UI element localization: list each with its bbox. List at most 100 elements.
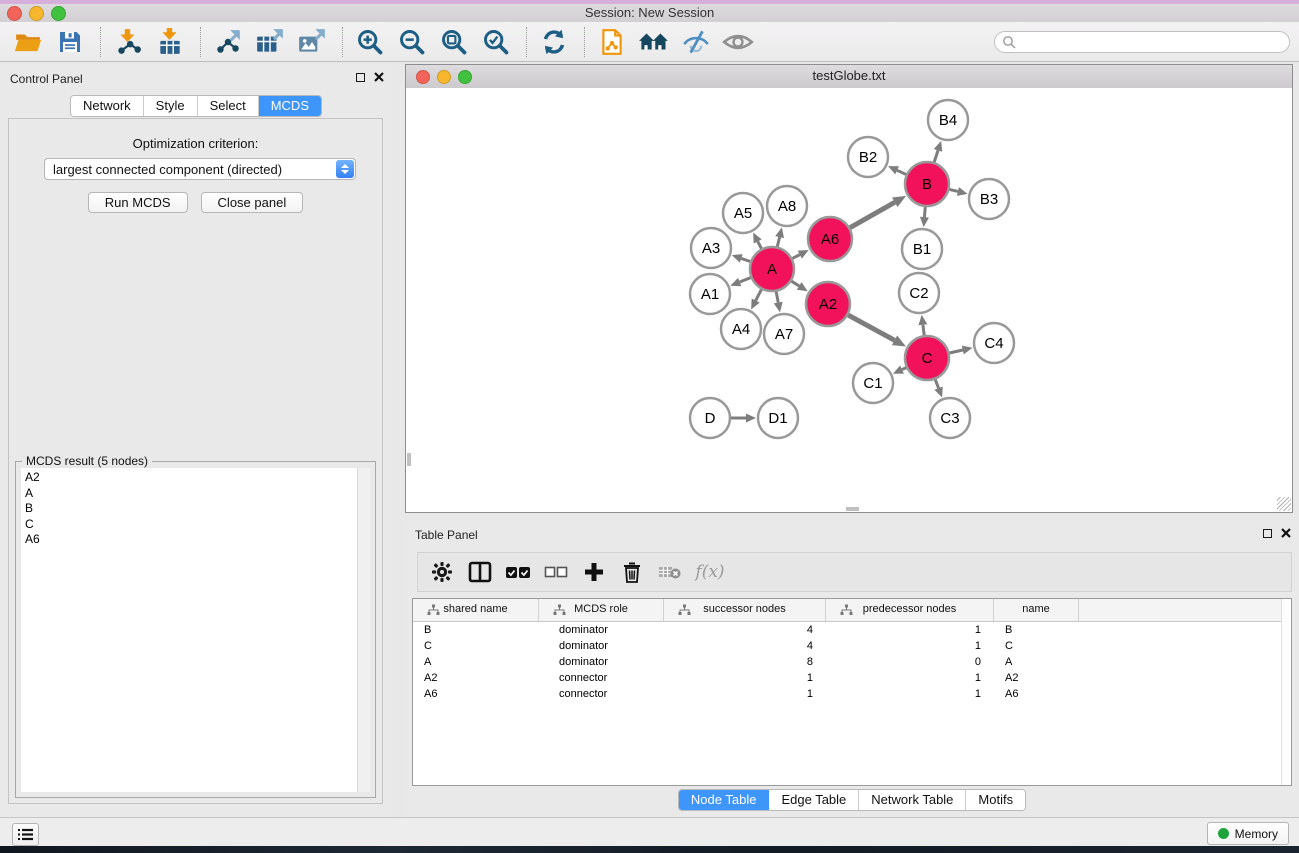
tab-node-table[interactable]: Node Table xyxy=(679,790,770,810)
function-builder-icon[interactable]: f(x) xyxy=(697,559,723,585)
graph-edge[interactable] xyxy=(897,170,906,174)
graph-edge[interactable] xyxy=(934,150,938,162)
zoom-out-icon[interactable] xyxy=(396,26,428,58)
criterion-select[interactable]: largest connected component (directed) xyxy=(44,158,356,180)
import-network-icon[interactable] xyxy=(112,26,144,58)
close-window-button[interactable] xyxy=(7,6,22,21)
graph-edge[interactable] xyxy=(777,237,779,246)
graph-edge[interactable] xyxy=(776,292,778,303)
close-panel-icon[interactable] xyxy=(374,72,384,82)
task-history-button[interactable] xyxy=(12,823,39,846)
export-network-icon[interactable] xyxy=(212,26,244,58)
open-file-icon[interactable] xyxy=(12,26,44,58)
cell-successor-nodes[interactable]: 4 xyxy=(664,622,826,638)
float-table-panel-icon[interactable] xyxy=(1263,529,1272,538)
cell-predecessor-nodes[interactable]: 1 xyxy=(826,686,994,702)
add-row-icon[interactable] xyxy=(581,559,607,585)
network-zoom-button[interactable] xyxy=(458,70,472,84)
column-header-MCDS-role[interactable]: MCDS role xyxy=(539,599,664,621)
graph-edge[interactable] xyxy=(924,207,925,217)
cell-successor-nodes[interactable]: 1 xyxy=(664,686,826,702)
cell-MCDS-role[interactable]: dominator xyxy=(539,638,664,654)
horizontal-scroll-tick[interactable] xyxy=(846,507,859,511)
column-header-successor-nodes[interactable]: successor nodes xyxy=(664,599,826,621)
deselect-all-checkboxes-icon[interactable] xyxy=(543,559,569,585)
graph-edge[interactable] xyxy=(935,379,938,388)
table-row[interactable]: Cdominator41C xyxy=(413,638,1291,654)
graph-edge[interactable] xyxy=(740,278,751,282)
tab-network[interactable]: Network xyxy=(71,96,144,116)
cell-MCDS-role[interactable]: connector xyxy=(539,670,664,686)
mcds-result-list[interactable]: A2ABCA6 xyxy=(21,468,357,792)
graph-edge[interactable] xyxy=(949,189,958,191)
graph-edge[interactable] xyxy=(758,241,762,248)
result-item[interactable]: B xyxy=(21,501,357,517)
cell-predecessor-nodes[interactable]: 1 xyxy=(826,622,994,638)
graph-edge[interactable] xyxy=(792,281,800,286)
graph-edge[interactable] xyxy=(902,368,906,370)
graph-edge[interactable] xyxy=(792,255,799,259)
cell-name[interactable]: A2 xyxy=(994,670,1079,686)
graph-edge[interactable] xyxy=(756,289,762,300)
export-table-icon[interactable] xyxy=(254,26,286,58)
cell-predecessor-nodes[interactable]: 1 xyxy=(826,670,994,686)
home-icon[interactable] xyxy=(638,26,670,58)
result-scrollbar[interactable] xyxy=(357,468,370,792)
result-item[interactable]: C xyxy=(21,517,357,533)
export-image-icon[interactable] xyxy=(296,26,328,58)
node-table[interactable]: shared nameMCDS rolesuccessor nodesprede… xyxy=(412,598,1292,786)
cell-shared-name[interactable]: C xyxy=(413,638,539,654)
import-table-icon[interactable] xyxy=(154,26,186,58)
cell-MCDS-role[interactable]: connector xyxy=(539,686,664,702)
graph-edge[interactable] xyxy=(850,202,895,227)
table-row[interactable]: A2connector11A2 xyxy=(413,670,1291,686)
graph-edge[interactable] xyxy=(949,350,962,353)
column-header-name[interactable]: name xyxy=(994,599,1079,621)
column-header-shared-name[interactable]: shared name xyxy=(413,599,539,621)
cell-successor-nodes[interactable]: 4 xyxy=(664,638,826,654)
delete-row-trash-icon[interactable] xyxy=(619,559,645,585)
result-item[interactable]: A6 xyxy=(21,532,357,548)
table-scrollbar[interactable] xyxy=(1281,599,1291,785)
search-input[interactable] xyxy=(1020,32,1289,52)
column-header-predecessor-nodes[interactable]: predecessor nodes xyxy=(826,599,994,621)
zoom-selected-icon[interactable] xyxy=(480,26,512,58)
result-item[interactable]: A xyxy=(21,486,357,502)
cell-predecessor-nodes[interactable]: 0 xyxy=(826,654,994,670)
close-panel-button[interactable]: Close panel xyxy=(201,192,304,213)
cell-name[interactable]: C xyxy=(994,638,1079,654)
zoom-in-icon[interactable] xyxy=(354,26,386,58)
cell-successor-nodes[interactable]: 8 xyxy=(664,654,826,670)
cell-predecessor-nodes[interactable]: 1 xyxy=(826,638,994,654)
tab-mcds[interactable]: MCDS xyxy=(259,96,321,116)
gear-icon[interactable] xyxy=(429,559,455,585)
columns-icon[interactable] xyxy=(467,559,493,585)
tab-network-table[interactable]: Network Table xyxy=(859,790,966,810)
resize-grip[interactable] xyxy=(1277,497,1291,511)
network-close-button[interactable] xyxy=(416,70,430,84)
cell-MCDS-role[interactable]: dominator xyxy=(539,622,664,638)
delete-table-icon[interactable] xyxy=(657,559,683,585)
cell-shared-name[interactable]: A xyxy=(413,654,539,670)
vertical-scroll-tick[interactable] xyxy=(407,453,411,466)
float-panel-icon[interactable] xyxy=(356,73,365,82)
graph-edge[interactable] xyxy=(848,315,894,340)
cell-name[interactable]: A6 xyxy=(994,686,1079,702)
cell-name[interactable]: B xyxy=(994,622,1079,638)
result-item[interactable]: A2 xyxy=(21,470,357,486)
table-row[interactable]: A6connector11A6 xyxy=(413,686,1291,702)
graph-edge[interactable] xyxy=(741,258,750,261)
zoom-window-button[interactable] xyxy=(51,6,66,21)
refresh-icon[interactable] xyxy=(538,26,570,58)
cell-name[interactable]: A xyxy=(994,654,1079,670)
tab-style[interactable]: Style xyxy=(144,96,198,116)
tab-motifs[interactable]: Motifs xyxy=(966,790,1025,810)
table-row[interactable]: Bdominator41B xyxy=(413,622,1291,638)
network-minimize-button[interactable] xyxy=(437,70,451,84)
cell-MCDS-role[interactable]: dominator xyxy=(539,654,664,670)
minimize-window-button[interactable] xyxy=(29,6,44,21)
tab-select[interactable]: Select xyxy=(198,96,259,116)
select-all-checkboxes-icon[interactable] xyxy=(505,559,531,585)
graph-edge[interactable] xyxy=(923,325,924,335)
open-session-icon[interactable] xyxy=(596,26,628,58)
